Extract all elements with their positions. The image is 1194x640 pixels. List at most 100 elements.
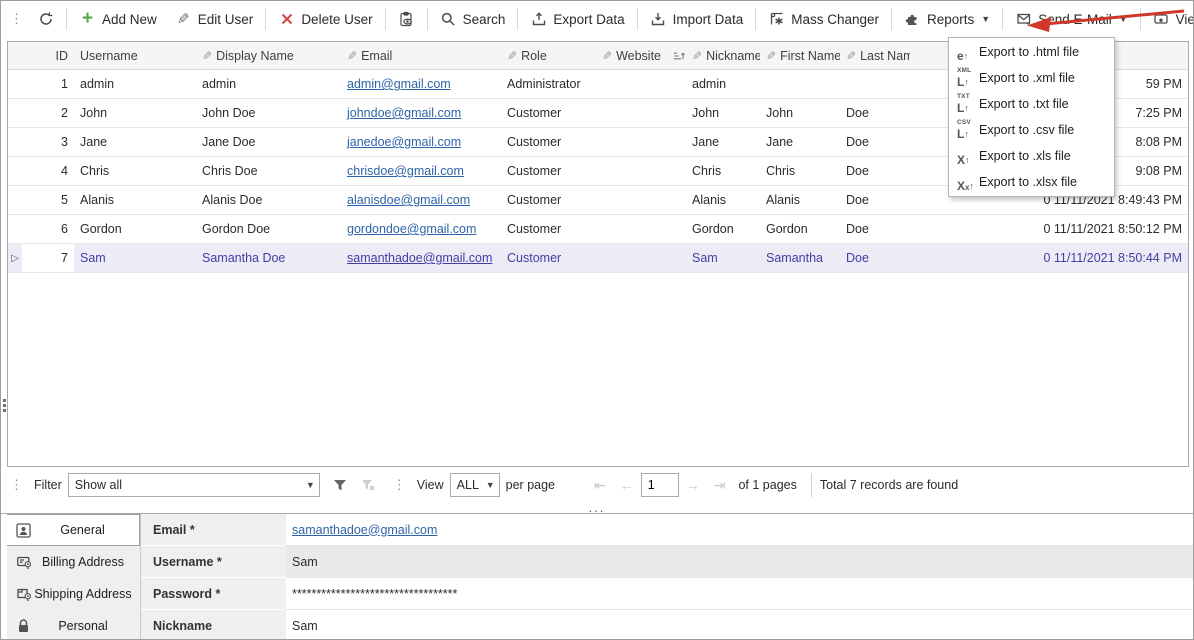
cell-sort_icon[interactable] — [666, 157, 686, 185]
tab-general[interactable]: General — [7, 514, 140, 546]
cell-nickname[interactable]: Sam — [686, 244, 760, 272]
cell-username[interactable]: Gordon — [74, 215, 196, 243]
cell-website[interactable] — [596, 128, 666, 156]
cell-nickname[interactable]: Alanis — [686, 186, 760, 214]
column-header-role[interactable]: ✎Role — [501, 42, 596, 69]
export-html-menu-item[interactable]: e↑Export to .html file — [949, 39, 1114, 65]
cell-id[interactable]: 3 — [22, 128, 74, 156]
send-email-button[interactable]: Send E-Mail▼ — [1006, 4, 1136, 34]
email-link[interactable]: janedoe@gmail.com — [347, 135, 461, 149]
email-link[interactable]: alanisdoe@gmail.com — [347, 193, 470, 207]
email-link[interactable]: gordondoe@gmail.com — [347, 222, 476, 236]
email-link[interactable]: samanthadoe@gmail.com — [292, 523, 437, 537]
cell-username[interactable]: Alanis — [74, 186, 196, 214]
cell-id[interactable]: 2 — [22, 99, 74, 127]
cell-role[interactable]: Administrator — [501, 70, 596, 98]
cell-website[interactable] — [596, 70, 666, 98]
table-row[interactable]: ▷7SamSamantha Doesamanthadoe@gmail.comCu… — [8, 244, 1188, 273]
cell-sort_icon[interactable] — [666, 99, 686, 127]
cell-email[interactable]: alanisdoe@gmail.com — [341, 186, 501, 214]
cell-first_name[interactable]: Alanis — [760, 186, 840, 214]
cell-first_name[interactable]: Jane — [760, 128, 840, 156]
email-link[interactable]: samanthadoe@gmail.com — [347, 251, 492, 265]
column-header-first_name[interactable]: ✎First Name — [760, 42, 840, 69]
apply-filter-button[interactable] — [328, 473, 352, 497]
search-button[interactable]: Search — [431, 4, 515, 34]
nickname-field[interactable]: Sam — [286, 610, 1193, 640]
cell-role[interactable]: Customer — [501, 186, 596, 214]
cell-website[interactable] — [596, 157, 666, 185]
prev-page-button[interactable]: ← — [613, 477, 641, 493]
cell-website[interactable] — [596, 215, 666, 243]
cell-last_name[interactable] — [840, 70, 910, 98]
cell-first_name[interactable]: Samantha — [760, 244, 840, 272]
cell-username[interactable]: Chris — [74, 157, 196, 185]
cell-role[interactable]: Customer — [501, 157, 596, 185]
page-size-combobox[interactable]: ALL ▼ — [450, 473, 500, 497]
cell-id[interactable]: 4 — [22, 157, 74, 185]
last-page-button[interactable]: ⇥ — [707, 477, 733, 494]
cell-last_name[interactable]: Doe — [840, 157, 910, 185]
cell-first_name[interactable]: John — [760, 99, 840, 127]
cell-id[interactable]: 6 — [22, 215, 74, 243]
email-link[interactable]: johndoe@gmail.com — [347, 106, 461, 120]
left-splitter-grip[interactable] — [2, 399, 7, 412]
cell-email[interactable]: samanthadoe@gmail.com — [341, 244, 501, 272]
cell-first_name[interactable]: Gordon — [760, 215, 840, 243]
column-header-sort_icon[interactable] — [666, 42, 686, 69]
edit-user-button[interactable]: ✎Edit User — [166, 4, 263, 34]
password-field[interactable]: ********************************** — [286, 578, 1193, 610]
cell-sort_icon[interactable] — [666, 70, 686, 98]
cell-role[interactable]: Customer — [501, 99, 596, 127]
cell-email[interactable]: johndoe@gmail.com — [341, 99, 501, 127]
export-txt-menu-item[interactable]: TXTL↑Export to .txt file — [949, 91, 1114, 117]
mass-changer-button[interactable]: Mass Changer — [759, 4, 888, 34]
column-header-username[interactable]: Username — [74, 42, 196, 69]
delete-user-button[interactable]: Delete User — [269, 4, 381, 34]
email-link[interactable]: chrisdoe@gmail.com — [347, 164, 464, 178]
cell-nickname[interactable]: Chris — [686, 157, 760, 185]
tab-billing-address[interactable]: Billing Address — [7, 546, 140, 578]
cell-id[interactable]: 5 — [22, 186, 74, 214]
pager-grip[interactable]: ⋮ — [388, 477, 411, 493]
export-xls-menu-item[interactable]: X↑Export to .xls file — [949, 143, 1114, 169]
cell-role[interactable]: Customer — [501, 128, 596, 156]
page-number-input[interactable] — [641, 473, 679, 497]
cell-display_name[interactable]: admin — [196, 70, 341, 98]
cell-sort_icon[interactable] — [666, 244, 686, 272]
cell-sort_icon[interactable] — [666, 186, 686, 214]
cell-email[interactable]: gordondoe@gmail.com — [341, 215, 501, 243]
cell-last_name[interactable]: Doe — [840, 128, 910, 156]
cell-display_name[interactable]: John Doe — [196, 99, 341, 127]
export-xml-menu-item[interactable]: XMLL↑Export to .xml file — [949, 65, 1114, 91]
cell-first_name[interactable]: Chris — [760, 157, 840, 185]
cell-first_name[interactable] — [760, 70, 840, 98]
reports-button[interactable]: Reports▼ — [895, 4, 999, 34]
cell-email[interactable]: admin@gmail.com — [341, 70, 501, 98]
column-header-display_name[interactable]: ✎Display Name — [196, 42, 341, 69]
cell-nickname[interactable]: admin — [686, 70, 760, 98]
cell-last_name[interactable]: Doe — [840, 244, 910, 272]
email-link[interactable]: admin@gmail.com — [347, 77, 451, 91]
add-new-button[interactable]: +Add New — [70, 4, 166, 34]
cell-display_name[interactable]: Samantha Doe — [196, 244, 341, 272]
tab-shipping-address[interactable]: Shipping Address — [7, 578, 140, 610]
cell-id[interactable]: 1 — [22, 70, 74, 98]
table-row[interactable]: 6GordonGordon Doegordondoe@gmail.comCust… — [8, 215, 1188, 244]
preview-button[interactable] — [389, 4, 424, 34]
refresh-button[interactable] — [28, 4, 63, 34]
cell-email[interactable]: janedoe@gmail.com — [341, 128, 501, 156]
cell-sort_icon[interactable] — [666, 128, 686, 156]
cell-nickname[interactable]: Jane — [686, 128, 760, 156]
cell-last_name[interactable]: Doe — [840, 186, 910, 214]
horizontal-splitter-handle[interactable]: ... — [1, 503, 1193, 513]
column-header-last_name[interactable]: ✎Last Name — [840, 42, 910, 69]
export-csv-menu-item[interactable]: CSVL↑Export to .csv file — [949, 117, 1114, 143]
cell-nickname[interactable]: John — [686, 99, 760, 127]
cell-username[interactable]: John — [74, 99, 196, 127]
cell-username[interactable]: Sam — [74, 244, 196, 272]
export-data-button[interactable]: Export Data — [521, 4, 633, 34]
clear-filter-button[interactable] — [356, 473, 380, 497]
column-header-id[interactable]: ID — [22, 42, 74, 69]
cell-username[interactable]: admin — [74, 70, 196, 98]
